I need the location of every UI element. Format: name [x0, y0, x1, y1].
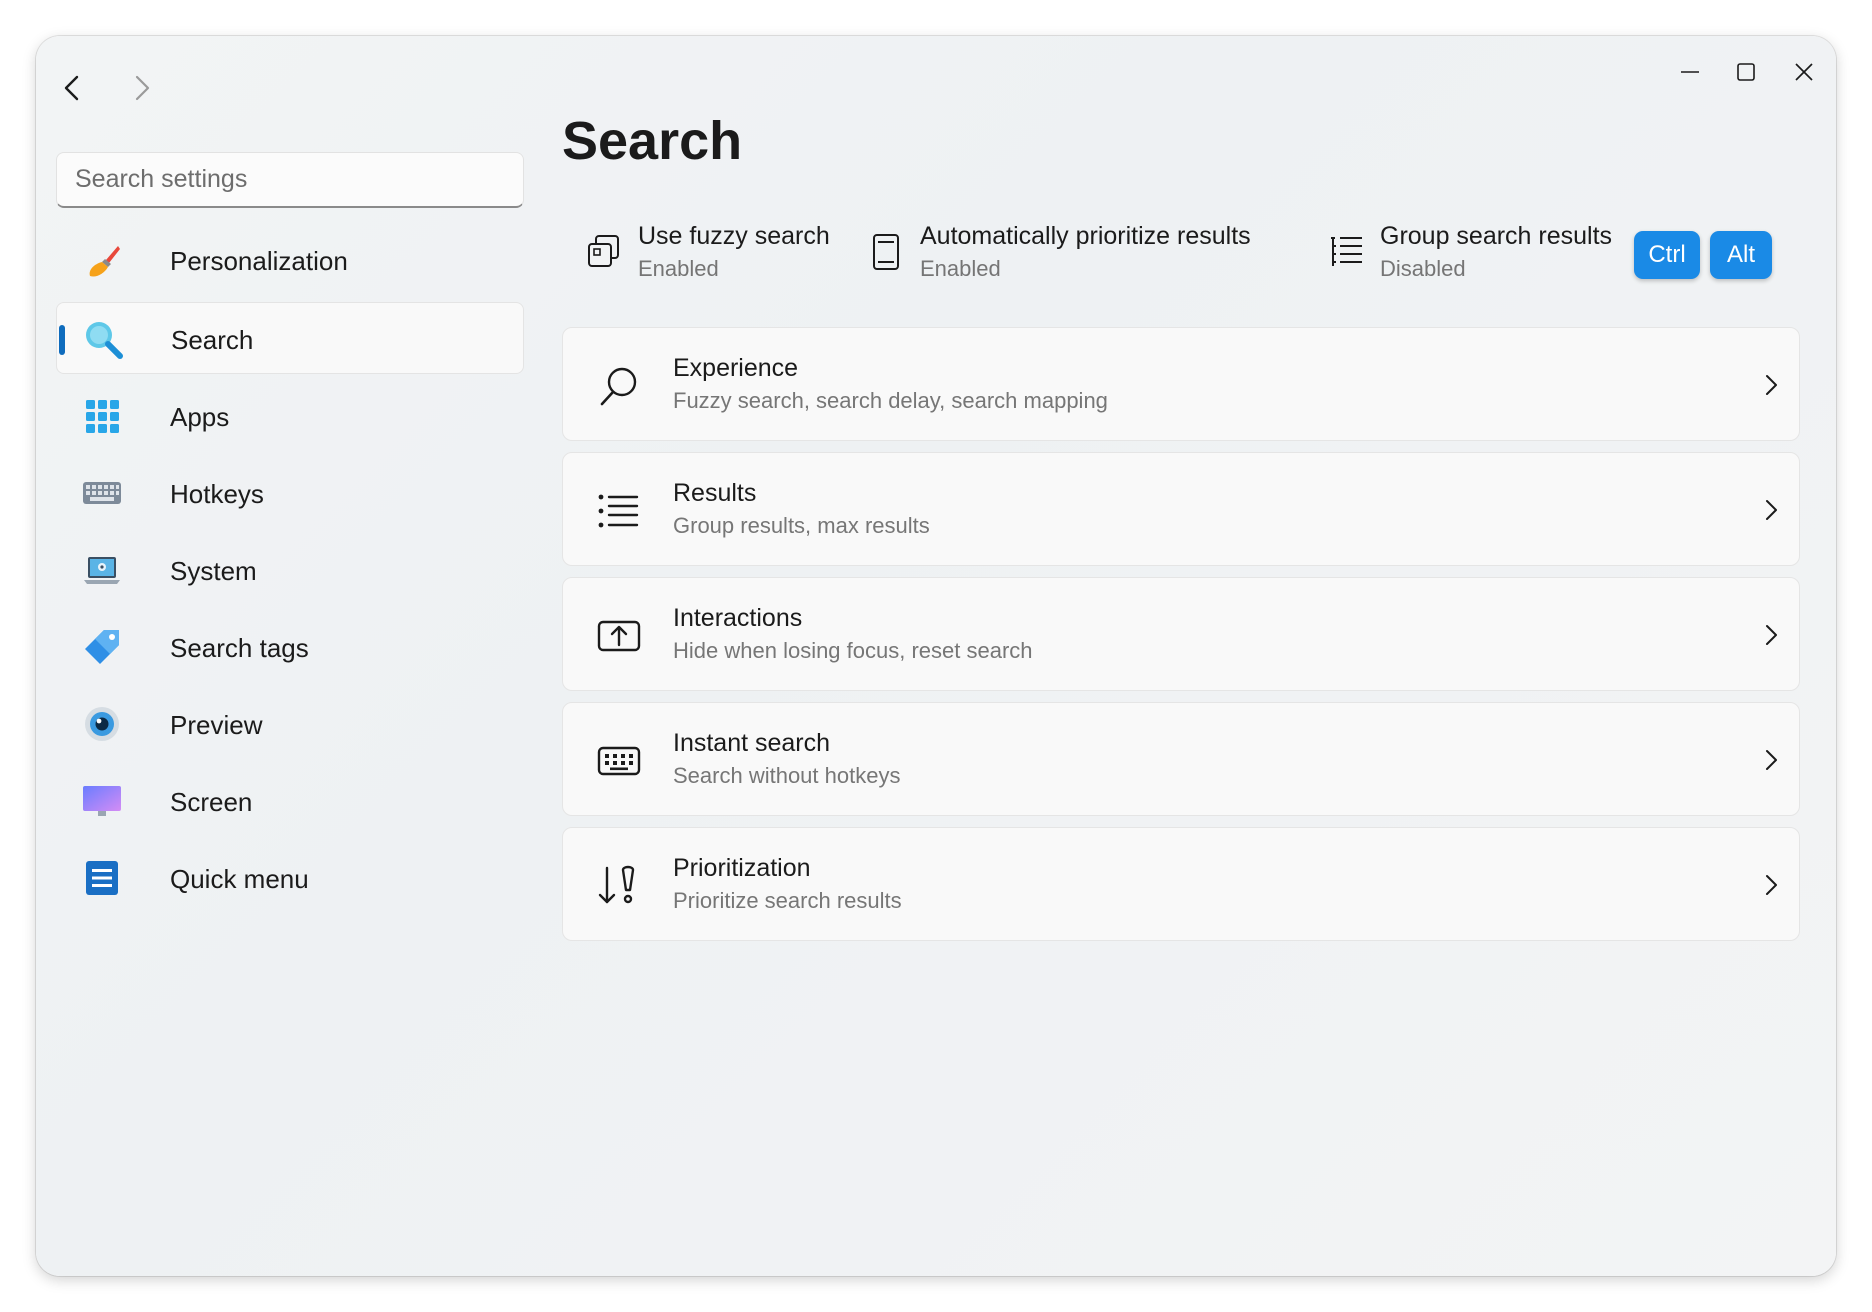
tag-icon — [85, 630, 119, 664]
maximize-icon — [1737, 63, 1755, 81]
chevron-right-icon — [1766, 500, 1777, 520]
card-prioritization[interactable]: Prioritization Prioritize search results — [562, 827, 1800, 941]
sidebar-item-search[interactable]: Search — [56, 302, 524, 374]
card-subtitle: Group results, max results — [673, 513, 930, 538]
settings-window: Personalization Search Apps — [36, 36, 1836, 1276]
card-title: Instant search — [673, 729, 831, 757]
minimize-icon — [1681, 71, 1699, 73]
bullet-list-icon — [598, 494, 639, 528]
sidebar-item-label: System — [170, 556, 257, 586]
close-button[interactable] — [1776, 44, 1832, 100]
chevron-right-icon — [1766, 625, 1777, 645]
chevron-right-icon — [1766, 375, 1777, 395]
toggle-state: Enabled — [638, 256, 719, 281]
fuzzy-search-toggle[interactable]: Use fuzzy search Enabled — [584, 218, 830, 288]
back-button[interactable] — [40, 58, 104, 118]
eye-icon — [85, 707, 119, 741]
chevron-right-icon — [1766, 875, 1777, 895]
sidebar-item-label: Quick menu — [170, 864, 309, 894]
auto-prioritize-toggle[interactable]: Automatically prioritize results Enabled — [866, 218, 1286, 288]
copy-icon — [588, 235, 619, 267]
page-title: Search — [562, 111, 743, 171]
card-experience[interactable]: Experience Fuzzy search, search delay, s… — [562, 327, 1800, 441]
sidebar-item-label: Preview — [170, 710, 263, 740]
alt-key-badge: Alt — [1710, 231, 1772, 279]
chevron-left-icon — [64, 75, 79, 101]
toggle-state: Enabled — [920, 256, 1001, 281]
sidebar-item-label: Search — [171, 325, 254, 355]
menu-list-icon — [86, 861, 118, 895]
sidebar-item-label: Hotkeys — [170, 479, 264, 509]
card-interactions[interactable]: Interactions Hide when losing focus, res… — [562, 577, 1800, 691]
apps-grid-icon — [86, 400, 119, 433]
toggle-label: Use fuzzy search — [638, 222, 830, 250]
card-subtitle: Fuzzy search, search delay, search mappi… — [673, 388, 1108, 413]
chevron-right-icon — [135, 75, 150, 101]
card-title: Prioritization — [673, 854, 811, 882]
sidebar-item-label: Screen — [170, 787, 253, 817]
sidebar-item-label: Apps — [170, 402, 230, 432]
close-icon — [1795, 63, 1813, 81]
sidebar-item-personalization[interactable]: Personalization — [56, 224, 524, 296]
group-results-toggle[interactable]: Group search results Disabled — [1326, 218, 1626, 288]
magnifier-icon — [86, 322, 123, 359]
sidebar-item-label: Personalization — [170, 246, 348, 276]
sidebar-item-label: Search tags — [170, 633, 309, 663]
search-settings-input[interactable] — [56, 152, 524, 208]
active-indicator — [59, 325, 65, 355]
toggle-label: Automatically prioritize results — [920, 222, 1251, 250]
sidebar-item-quick-menu[interactable]: Quick menu — [56, 842, 524, 914]
ctrl-key-badge: Ctrl — [1634, 231, 1700, 279]
sidebar-item-system[interactable]: System — [56, 534, 524, 606]
sidebar-item-preview[interactable]: Preview — [56, 688, 524, 760]
card-title: Results — [673, 479, 757, 507]
sidebar-item-apps[interactable]: Apps — [56, 380, 524, 452]
maximize-button[interactable] — [1718, 44, 1774, 100]
sort-priority-icon — [598, 865, 635, 904]
card-subtitle: Hide when losing focus, reset search — [673, 638, 1033, 663]
card-results[interactable]: Results Group results, max results — [562, 452, 1800, 566]
search-icon — [600, 367, 637, 406]
card-title: Experience — [673, 354, 799, 382]
chevron-right-icon — [1766, 750, 1777, 770]
document-icon — [873, 234, 899, 270]
minimize-button[interactable] — [1662, 44, 1718, 100]
keyboard-icon — [597, 746, 641, 776]
card-instant-search[interactable]: Instant search Search without hotkeys — [562, 702, 1800, 816]
monitor-icon — [83, 786, 121, 816]
card-subtitle: Prioritize search results — [673, 888, 902, 913]
forward-button[interactable] — [110, 58, 174, 118]
upload-box-icon — [597, 620, 641, 652]
sidebar-item-search-tags[interactable]: Search tags — [56, 611, 524, 683]
brush-icon — [89, 246, 120, 277]
toggle-state: Disabled — [1380, 256, 1466, 281]
card-title: Interactions — [673, 604, 803, 632]
toggle-label: Group search results — [1380, 222, 1613, 250]
sidebar-item-screen[interactable]: Screen — [56, 765, 524, 837]
laptop-icon — [84, 557, 120, 584]
sidebar-item-hotkeys[interactable]: Hotkeys — [56, 457, 524, 529]
keyboard-icon — [83, 482, 121, 504]
list-tree-icon — [1331, 237, 1362, 266]
card-subtitle: Search without hotkeys — [673, 763, 901, 788]
